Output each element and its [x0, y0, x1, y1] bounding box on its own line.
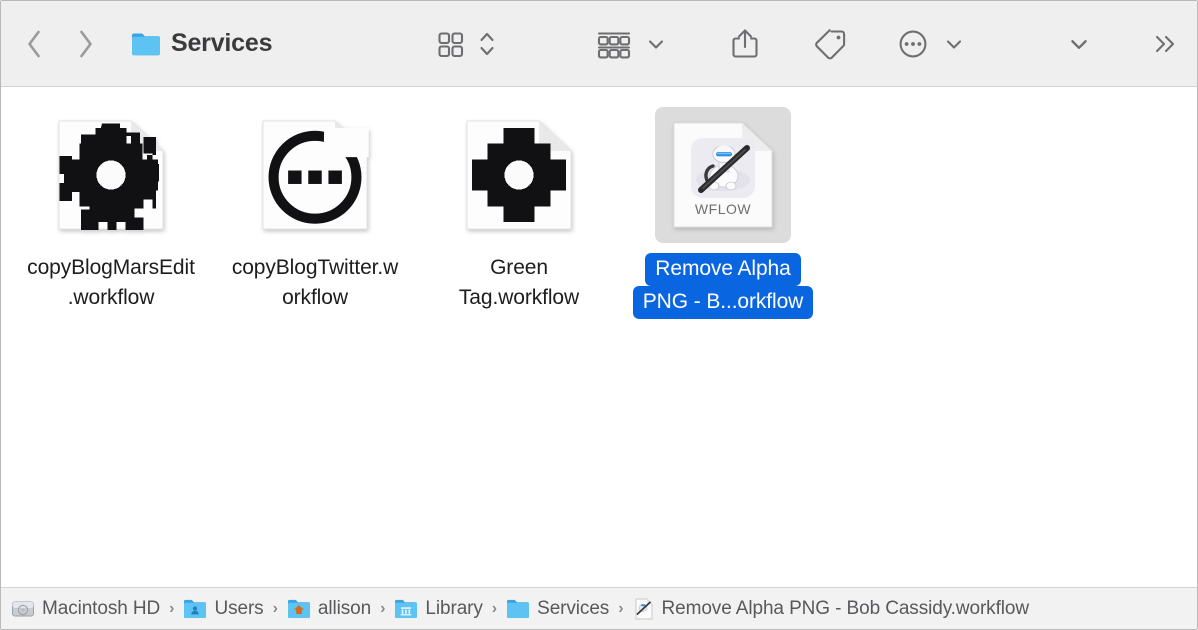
file-label: Green Tag.workflow	[419, 253, 619, 313]
navigation-arrows	[23, 27, 97, 61]
breadcrumb-separator: ›	[169, 601, 174, 617]
home-folder-icon	[287, 598, 311, 619]
chevron-down-icon[interactable]	[944, 34, 964, 54]
group-controls	[596, 28, 666, 60]
file-label-line: Remove Alpha	[645, 253, 800, 286]
breadcrumb-label: Users	[214, 598, 263, 620]
breadcrumb-label: Remove Alpha PNG - Bob Cassidy.workflow	[662, 598, 1029, 620]
breadcrumb-macintosh-hd[interactable]: Macintosh HD	[11, 597, 160, 621]
gear-glyph	[463, 117, 575, 233]
file-item-selected[interactable]: WFLOW Remove Alpha PNG - B...orkflow	[621, 105, 825, 319]
file-label-line: orkflow	[215, 283, 415, 313]
file-item[interactable]: copyBlogTwitter.w orkflow	[213, 105, 417, 319]
users-folder-icon	[183, 598, 207, 619]
file-thumbnail	[43, 107, 179, 243]
file-label-line: .workflow	[11, 283, 211, 313]
file-label: copyBlogMarsEdit .workflow	[11, 253, 211, 313]
finder-window: Services	[0, 0, 1198, 630]
ellipsis-circle-document-icon	[259, 117, 371, 233]
breadcrumb-label: Services	[537, 598, 609, 620]
file-thumbnail	[451, 107, 587, 243]
library-folder-icon	[394, 598, 418, 619]
blue-folder-icon	[506, 598, 530, 619]
chevron-left-icon[interactable]	[23, 27, 45, 61]
breadcrumb-label: Library	[425, 598, 482, 620]
gear-document-icon	[463, 117, 575, 233]
group-rows-icon[interactable]	[596, 28, 632, 60]
file-thumbnail: WFLOW	[655, 107, 791, 243]
file-browser-content: copyBlogMarsEdit .workflow	[1, 87, 1197, 587]
chevron-down-icon[interactable]	[1068, 33, 1090, 55]
file-item[interactable]: Green Tag.workflow	[417, 105, 621, 319]
breadcrumb-separator: ›	[380, 601, 385, 617]
gear-document-icon	[55, 117, 167, 233]
file-label: Remove Alpha PNG - B...orkflow	[621, 253, 825, 319]
blue-folder-icon	[131, 31, 161, 56]
share-control	[728, 26, 762, 62]
breadcrumb-separator: ›	[618, 601, 623, 617]
file-label-line: Tag.workflow	[419, 283, 619, 313]
breadcrumb-allison[interactable]: allison	[287, 598, 371, 620]
circle-dots-glyph	[259, 117, 371, 233]
page-title: Services	[171, 29, 272, 58]
file-item[interactable]: copyBlogMarsEdit .workflow	[9, 105, 213, 319]
automator-workflow-document-icon: WFLOW	[671, 120, 775, 230]
view-controls	[434, 28, 496, 60]
file-label-line: Green	[419, 253, 619, 283]
breadcrumb-separator: ›	[273, 601, 278, 617]
file-label-line: PNG - B...orkflow	[633, 286, 814, 319]
breadcrumb-label: allison	[318, 598, 371, 620]
ellipsis-circle-icon[interactable]	[896, 27, 930, 61]
double-chevron-right-icon[interactable]	[1149, 28, 1181, 60]
gear-glyph	[55, 117, 167, 233]
breadcrumb-label: Macintosh HD	[42, 598, 160, 620]
more-controls	[896, 27, 964, 61]
extra-chevron-control	[1068, 33, 1090, 55]
window-title-group[interactable]: Services	[131, 29, 272, 58]
chevron-up-down-icon[interactable]	[478, 28, 496, 60]
breadcrumb-workflow-file[interactable]: Remove Alpha PNG - Bob Cassidy.workflow	[633, 597, 1029, 621]
icon-grid: copyBlogMarsEdit .workflow	[1, 105, 1197, 319]
tag-icon[interactable]	[812, 26, 848, 62]
breadcrumb-library[interactable]: Library	[394, 598, 482, 620]
file-thumbnail	[247, 107, 383, 243]
breadcrumb-separator: ›	[492, 601, 497, 617]
breadcrumb-users[interactable]: Users	[183, 598, 263, 620]
breadcrumb-services[interactable]: Services	[506, 598, 609, 620]
hard-drive-icon	[11, 597, 35, 621]
file-label-line: copyBlogMarsEdit	[11, 253, 211, 283]
chevron-right-icon[interactable]	[75, 27, 97, 61]
share-arrow-up-icon[interactable]	[728, 26, 762, 62]
workflow-document-icon	[633, 597, 655, 621]
path-bar: Macintosh HD › Users › allison ›	[1, 587, 1197, 629]
chevron-down-icon[interactable]	[646, 34, 666, 54]
file-label: copyBlogTwitter.w orkflow	[215, 253, 415, 313]
grid-view-icon[interactable]	[434, 28, 466, 60]
svg-text:WFLOW: WFLOW	[695, 201, 751, 217]
finder-toolbar: Services	[1, 1, 1197, 87]
tag-control	[812, 26, 848, 62]
file-label-line: copyBlogTwitter.w	[215, 253, 415, 283]
